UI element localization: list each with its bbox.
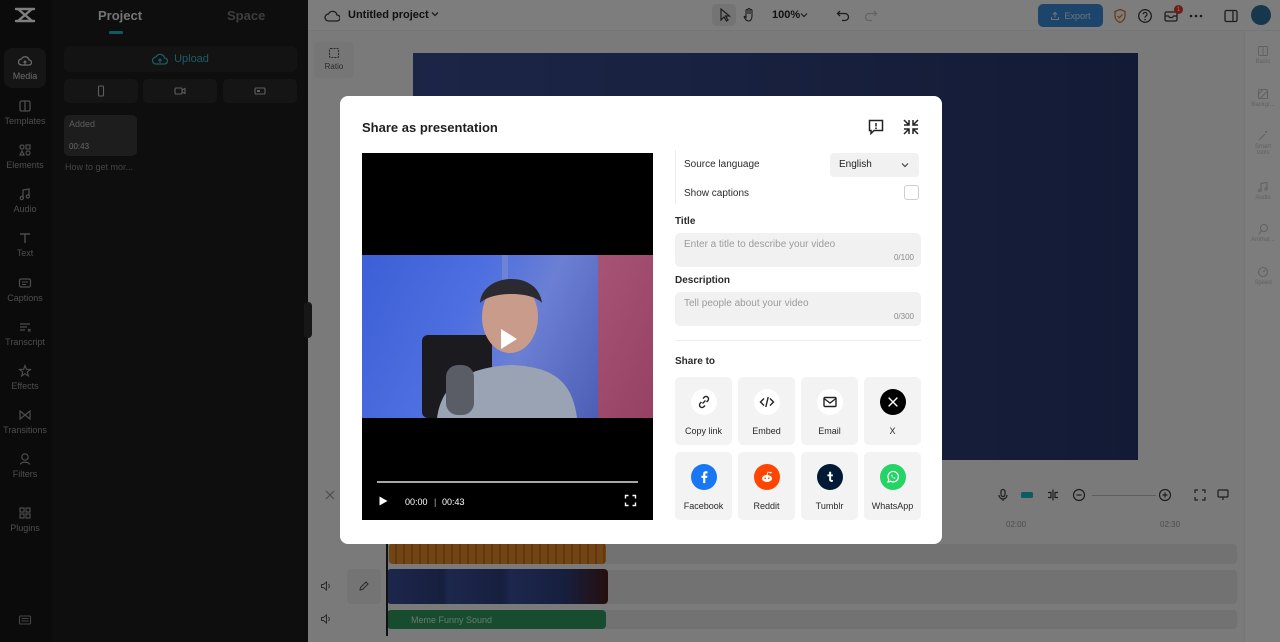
- title-counter: 0/100: [893, 253, 914, 262]
- share-email-button[interactable]: Email: [801, 377, 858, 445]
- code-icon: [753, 389, 780, 415]
- share-facebook-button[interactable]: Facebook: [675, 452, 732, 520]
- share-option-label: WhatsApp: [871, 501, 914, 511]
- source-language-label: Source language: [684, 159, 760, 170]
- share-reddit-button[interactable]: Reddit: [738, 452, 795, 520]
- play-overlay-icon[interactable]: [492, 324, 522, 354]
- share-tumblr-button[interactable]: Tumblr: [801, 452, 858, 520]
- time-separator: |: [434, 497, 437, 507]
- share-option-label: Embed: [752, 426, 781, 436]
- share-option-label: Copy link: [684, 426, 722, 436]
- share-copy-link-button[interactable]: Copy link: [675, 377, 732, 445]
- share-option-label: X: [889, 426, 896, 436]
- whatsapp-icon: [879, 464, 906, 490]
- description-counter: 0/300: [893, 312, 914, 321]
- show-captions-checkbox[interactable]: [904, 185, 919, 200]
- current-time: 00:00: [405, 497, 428, 507]
- share-embed-button[interactable]: Embed: [738, 377, 795, 445]
- share-option-label: Facebook: [683, 501, 724, 511]
- description-input[interactable]: Tell people about your video 0/300: [675, 292, 921, 326]
- playback-progress-bar[interactable]: [377, 481, 638, 483]
- total-duration: 00:43: [442, 497, 465, 507]
- feedback-icon[interactable]: [867, 118, 885, 136]
- description-placeholder: Tell people about your video: [684, 298, 809, 309]
- chevron-down-icon: [900, 160, 910, 170]
- source-language-select[interactable]: English: [830, 153, 919, 177]
- share-to-label: Share to: [675, 356, 716, 367]
- show-captions-label: Show captions: [684, 188, 750, 199]
- divider: [675, 340, 921, 341]
- link-icon: [690, 389, 717, 415]
- tumblr-icon: [816, 464, 843, 490]
- share-option-label: Email: [818, 426, 841, 436]
- title-placeholder: Enter a title to describe your video: [684, 239, 836, 250]
- share-dialog: Share as presentation 00:00 | 00:43 Sour…: [340, 96, 942, 544]
- facebook-icon: [690, 464, 717, 490]
- description-label: Description: [675, 275, 731, 286]
- play-icon[interactable]: [377, 495, 389, 507]
- collapse-icon[interactable]: [902, 118, 920, 136]
- source-language-value: English: [839, 159, 872, 170]
- share-option-label: Tumblr: [815, 501, 844, 511]
- mail-icon: [816, 389, 843, 415]
- dialog-title: Share as presentation: [362, 120, 498, 135]
- video-player[interactable]: 00:00 | 00:43: [362, 153, 653, 520]
- video-frame: [362, 255, 653, 418]
- share-option-label: Reddit: [753, 501, 780, 511]
- fullscreen-icon[interactable]: [624, 494, 637, 507]
- share-x-button[interactable]: X: [864, 377, 921, 445]
- title-label: Title: [675, 216, 696, 227]
- title-input[interactable]: Enter a title to describe your video 0/1…: [675, 233, 921, 267]
- reddit-icon: [753, 464, 780, 490]
- share-whatsapp-button[interactable]: WhatsApp: [864, 452, 921, 520]
- x-logo-icon: [879, 389, 906, 415]
